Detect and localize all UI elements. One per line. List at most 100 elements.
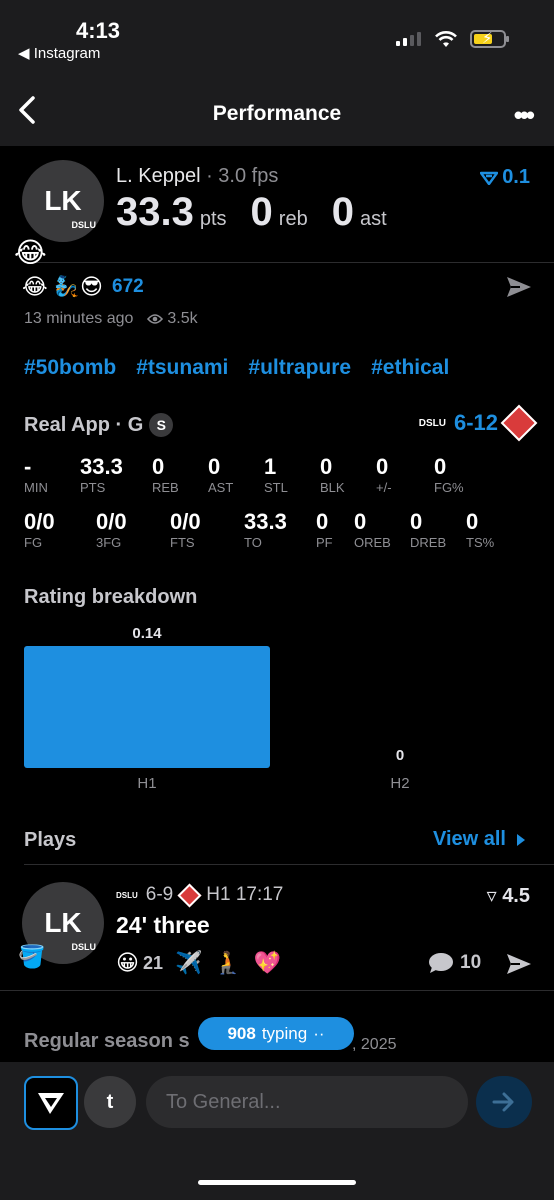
stat-value: 33.3 xyxy=(80,454,123,479)
send-message-button[interactable] xyxy=(476,1076,532,1128)
player-avatar[interactable]: LK DSLU xyxy=(22,160,104,242)
sparkling-heart-icon: 💖 xyxy=(253,950,282,975)
stat-value: 0 xyxy=(410,509,423,534)
stat-plus-minus: 0 +/- xyxy=(376,454,392,495)
stat-fg: 0/0 FG xyxy=(24,509,55,550)
views-value: 3.5k xyxy=(167,310,198,327)
reaction-count[interactable]: 672 xyxy=(112,276,144,298)
stat-ts-pct: 0 TS% xyxy=(466,509,494,550)
comment-bubble-icon xyxy=(429,953,453,973)
rating-icon: ▿ xyxy=(486,885,497,907)
stat-value: 1 xyxy=(264,454,277,479)
stat-stl: 1 STL xyxy=(264,454,288,495)
play-rating-value: 4.5 xyxy=(502,885,530,907)
opponent-logo-icon xyxy=(500,404,538,442)
stat-label: DREB xyxy=(410,535,447,550)
hashtag[interactable]: #tsunami xyxy=(136,356,228,380)
rating-breakdown-chart: 0.14 H1 0 H2 xyxy=(24,625,410,792)
player-name-line[interactable]: L. Keppel · 3.0 fps xyxy=(116,165,278,188)
stat-value: 0 xyxy=(354,509,367,534)
message-input[interactable] xyxy=(146,1076,468,1128)
stat-value: 33.3 xyxy=(244,509,287,534)
team-abbr: DSLU xyxy=(116,890,138,900)
view-count: 3.5k xyxy=(147,310,198,328)
play-time: H1 17:17 xyxy=(206,884,284,905)
back-to-app-link[interactable]: ◀ Instagram xyxy=(18,44,100,62)
stat-label: OREB xyxy=(354,535,391,550)
hashtag[interactable]: #ultrapure xyxy=(248,356,351,380)
bucket-emoji-icon: 🪣 xyxy=(18,944,46,969)
app-logo-button[interactable] xyxy=(24,1076,78,1130)
stat-label: MIN xyxy=(24,480,48,495)
stat-value: 0/0 xyxy=(96,509,127,534)
player-sticker-icon: 🧎 xyxy=(214,950,242,975)
stat-label: PTS xyxy=(80,480,106,495)
game-score[interactable]: DSLU 6-12 xyxy=(418,404,538,442)
stat-value: 0 xyxy=(466,509,479,534)
play-context: DSLU 6-9 H1 17:17 xyxy=(116,882,284,908)
stat-value: 0/0 xyxy=(170,509,201,534)
stat-value: 0 xyxy=(152,454,165,479)
stat-fg-pct: 0 FG% xyxy=(434,454,464,495)
score-value: 6-12 xyxy=(453,410,498,435)
play-reactions[interactable]: 😀 21 ✈️ 🧎 💖 xyxy=(116,950,281,976)
stat-label: BLK xyxy=(320,480,345,495)
stat-3fg: 0/0 3FG xyxy=(96,509,127,550)
airplane-icon: ✈️ xyxy=(174,950,203,975)
stat-fts: 0/0 FTS xyxy=(170,509,201,550)
play-score: 6-9 xyxy=(145,884,174,905)
comments-button[interactable]: 10 xyxy=(428,952,481,974)
stat-label: PF xyxy=(316,535,333,550)
stat-label: TS% xyxy=(466,535,495,550)
view-all-label: View all xyxy=(432,828,506,850)
stat-value: 0/0 xyxy=(24,509,55,534)
divider xyxy=(0,990,554,991)
figure-emoji-icon: 🧞 xyxy=(54,276,79,298)
hashtag[interactable]: #50bomb xyxy=(24,356,116,380)
divider xyxy=(24,864,554,865)
bar-value-label: 0.14 xyxy=(132,625,162,642)
team-abbr: DSLU xyxy=(418,417,446,429)
points-value: 33.3 xyxy=(116,190,194,234)
stat-blk: 0 BLK xyxy=(320,454,345,495)
send-icon[interactable] xyxy=(506,953,532,975)
avatar-team-label: DSLU xyxy=(71,942,97,952)
typing-indicator[interactable]: 908 typing ·· xyxy=(198,1017,354,1050)
eye-icon xyxy=(147,314,164,324)
cell-signal-icon xyxy=(396,32,421,46)
sunglasses-face-icon: 😎 xyxy=(80,274,103,299)
stat-label: FG% xyxy=(434,480,464,495)
posted-time: 13 minutes ago xyxy=(24,310,134,327)
game-title: Real App · G xyxy=(24,413,144,436)
caret-right-icon xyxy=(517,833,525,846)
post-meta: 13 minutes ago 3.5k xyxy=(24,310,198,328)
stat-value: 0 xyxy=(320,454,333,479)
more-options-icon[interactable]: ••• xyxy=(514,100,535,131)
stat-label: AST xyxy=(208,480,234,495)
arrow-right-icon xyxy=(492,1092,514,1112)
rating-breakdown-title: Rating breakdown xyxy=(24,586,198,608)
avatar-team-label: DSLU xyxy=(71,220,97,230)
send-icon[interactable] xyxy=(506,276,532,298)
avatar-initials: LK xyxy=(44,907,82,938)
bar-h1 xyxy=(24,646,270,768)
game-header[interactable]: Real App · G S xyxy=(24,413,174,437)
view-all-link[interactable]: View all xyxy=(433,828,526,851)
play-title[interactable]: 24' three xyxy=(116,912,210,939)
rating-value: 0.1 xyxy=(502,166,530,188)
typing-count: 908 xyxy=(227,1023,256,1043)
nav-bar: Performance ••• xyxy=(0,66,554,146)
rebounds-label: reb xyxy=(278,208,308,230)
bar-category-label: H2 xyxy=(390,775,409,792)
page-title: Performance xyxy=(212,102,342,125)
stat-value: - xyxy=(24,454,32,479)
rating-badge[interactable]: 0.1 xyxy=(480,166,530,189)
play-rating[interactable]: ▿ 4.5 xyxy=(487,883,530,908)
stat-min: - MIN xyxy=(24,454,48,495)
play-reaction-count: 21 xyxy=(142,952,163,973)
stat-value: 0 xyxy=(316,509,329,534)
stat-pf: 0 PF xyxy=(316,509,333,550)
channel-avatar-button[interactable]: t xyxy=(84,1076,136,1128)
hashtag[interactable]: #ethical xyxy=(371,356,449,380)
typing-label: typing xyxy=(261,1023,308,1043)
